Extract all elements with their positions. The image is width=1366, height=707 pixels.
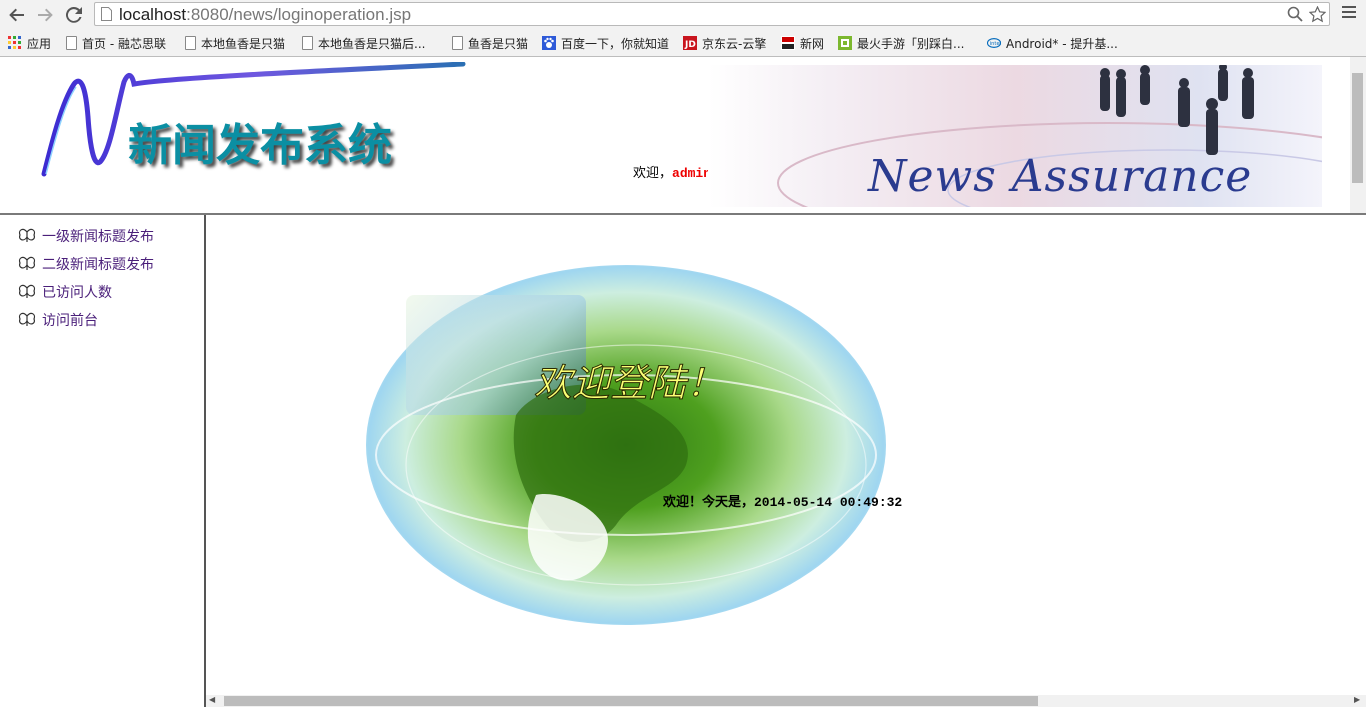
forward-arrow-icon <box>38 8 53 22</box>
user-welcome: 欢迎，admin <box>633 162 711 181</box>
scrollbar-thumb[interactable] <box>1352 73 1363 183</box>
svg-text:JD: JD <box>684 40 696 50</box>
scroll-right-icon[interactable]: ▶ <box>1354 695 1360 704</box>
browser-menu-icon[interactable] <box>1342 6 1356 21</box>
bookmark-label: Android* - 提升基... <box>1006 36 1118 51</box>
scroll-left-icon[interactable]: ◀ <box>209 695 215 704</box>
reload-button[interactable] <box>62 3 86 27</box>
jd-icon: JD <box>683 36 697 50</box>
zoom-icon[interactable] <box>1287 6 1303 22</box>
baidu-icon <box>542 36 556 50</box>
bookmark-xinnet[interactable]: 新网 <box>781 34 824 52</box>
bookmark-label: 应用 <box>27 36 52 51</box>
back-arrow-icon <box>9 8 24 22</box>
bookmark-apps[interactable]: 应用 <box>8 34 51 52</box>
bookmark-intel[interactable]: intel Android* - 提升基... <box>987 34 1118 52</box>
bookmark-item[interactable]: 本地鱼香是只猫后... <box>302 34 425 52</box>
address-bar[interactable]: localhost:8080/news/loginoperation.jsp <box>94 2 1330 26</box>
main-content: 欢迎登陆！ 欢迎！今天是，2014-05-14 00:49:32 <box>206 215 1366 695</box>
page-icon <box>66 36 77 50</box>
username: admin <box>672 166 712 181</box>
page-icon <box>302 36 313 50</box>
bookmark-label: 新网 <box>800 36 825 51</box>
sidebar-item-label: 访问前台 <box>42 313 98 329</box>
reload-icon <box>65 6 82 23</box>
bookmark-jd[interactable]: JD 京东云-云擎 <box>683 34 766 52</box>
sidebar-item-label: 已访问人数 <box>42 285 112 301</box>
bookmarks-bar: 应用 首页 - 融芯思联 本地鱼香是只猫 本地鱼香是只猫后... 鱼香是只猫 百… <box>0 30 1366 57</box>
bookmark-label: 鱼香是只猫 <box>468 36 529 51</box>
forward-button[interactable] <box>33 3 57 27</box>
apps-grid-icon <box>8 36 21 49</box>
sidebar-item-frontend[interactable]: 访问前台 <box>18 310 98 330</box>
bookmark-baidu[interactable]: 百度一下，你就知道 <box>542 34 669 52</box>
url-host: localhost <box>119 5 187 24</box>
xinnet-icon <box>781 36 795 50</box>
bookmark-label: 京东云-云擎 <box>702 36 767 51</box>
sidebar-menu: 一级新闻标题发布 二级新闻标题发布 已访问人数 访问前台 <box>0 215 206 707</box>
bookmark-item[interactable]: 本地鱼香是只猫 <box>185 34 285 52</box>
header-vertical-scrollbar[interactable] <box>1350 57 1366 214</box>
banner-title: News Assurance <box>868 151 1253 202</box>
sidebar-item-label: 一级新闻标题发布 <box>42 229 154 245</box>
sidebar-item-level1-news[interactable]: 一级新闻标题发布 <box>18 226 154 246</box>
bookmark-item[interactable]: 首页 - 融芯思联 <box>66 34 166 52</box>
news-banner: News Assurance <box>708 65 1322 207</box>
url-text[interactable]: localhost:8080/news/loginoperation.jsp <box>119 5 411 25</box>
bookmark-label: 本地鱼香是只猫后... <box>318 36 426 51</box>
browser-toolbar: localhost:8080/news/loginoperation.jsp <box>0 0 1366 30</box>
page-icon <box>101 7 112 21</box>
welcome-prefix: 欢迎， <box>633 166 673 181</box>
bookmark-label: 最火手游「别踩白... <box>857 36 965 51</box>
logo-title: 新闻发布系统 <box>128 120 392 171</box>
sidebar-item-level2-news[interactable]: 二级新闻标题发布 <box>18 254 154 274</box>
main-horizontal-scrollbar[interactable]: ◀ ▶ <box>206 695 1366 707</box>
welcome-heading: 欢迎登陆！ <box>533 361 725 406</box>
back-button[interactable] <box>5 3 29 27</box>
butterfly-icon <box>18 312 36 326</box>
bookmark-label: 首页 - 融芯思联 <box>82 36 166 51</box>
page-icon <box>185 36 196 50</box>
scrollbar-thumb[interactable] <box>224 696 1038 706</box>
date-greeting: 欢迎！今天是，2014-05-14 00:49:32 <box>663 495 903 510</box>
intel-icon: intel <box>987 38 1001 48</box>
globe-continents-icon <box>375 344 877 586</box>
bookmark-item[interactable]: 鱼香是只猫 <box>452 34 528 52</box>
game-icon <box>838 36 852 50</box>
sidebar-item-visitors[interactable]: 已访问人数 <box>18 282 112 302</box>
butterfly-icon <box>18 284 36 298</box>
bookmark-label: 百度一下，你就知道 <box>561 36 670 51</box>
butterfly-icon <box>18 256 36 270</box>
star-bookmark-icon[interactable] <box>1309 6 1326 23</box>
sidebar-item-label: 二级新闻标题发布 <box>42 257 154 273</box>
header-frame: 新闻发布系统 欢迎，admin News Assurance <box>0 57 1350 214</box>
bookmark-label: 本地鱼香是只猫 <box>201 36 286 51</box>
svg-text:intel: intel <box>990 41 1001 47</box>
butterfly-icon <box>18 228 36 242</box>
url-path: :8080/news/loginoperation.jsp <box>186 5 412 24</box>
bookmark-game[interactable]: 最火手游「别踩白... <box>838 34 964 52</box>
page-icon <box>452 36 463 50</box>
